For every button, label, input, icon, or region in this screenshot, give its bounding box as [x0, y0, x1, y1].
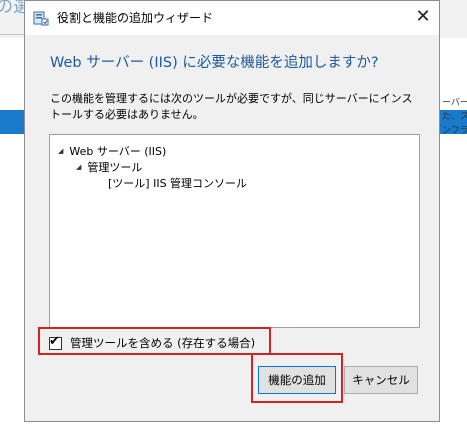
dialog-description: この機能を管理するには次のツールが必要ですが、同じサーバーにインストールする必要…: [50, 92, 413, 121]
include-tools-checkbox[interactable]: ✔: [49, 333, 62, 350]
background-right-text: ーバー た、スク ンフラ: [442, 96, 467, 138]
dialog-heading: Web サーバー (IIS) に必要な機能を追加しますか?: [50, 55, 379, 71]
tree-item-label: 管理ツール: [87, 161, 143, 174]
background-selected-item: [0, 110, 24, 134]
expand-triangle-icon[interactable]: ◢: [76, 163, 81, 171]
tree-item-label: Web サーバー (IIS): [69, 145, 167, 158]
background-divider: [0, 34, 24, 35]
include-tools-option[interactable]: ✔ 管理ツールを含める (存在する場合): [49, 333, 255, 351]
tree-item-label: [ツール] IIS 管理コンソール: [108, 177, 248, 190]
tree-item-web-server[interactable]: ◢ Web サーバー (IIS): [58, 143, 166, 159]
close-icon[interactable]: ✕: [411, 6, 435, 30]
add-roles-features-wizard-dialog: 役割と機能の追加ウィザード ✕ Web サーバー (IIS) に必要な機能を追加…: [24, 0, 440, 422]
add-features-button[interactable]: 機能の追加: [258, 366, 336, 394]
features-tree[interactable]: ◢ Web サーバー (IIS) ◢ 管理ツール [ツール] IIS 管理コンソ…: [49, 134, 420, 328]
tree-item-management-tools[interactable]: ◢ 管理ツール: [76, 159, 142, 175]
dialog-body: Web サーバー (IIS) に必要な機能を追加しますか? この機能を管理するに…: [25, 35, 439, 421]
tree-item-iis-console[interactable]: [ツール] IIS 管理コンソール: [108, 175, 247, 191]
background-right-line-3: ンフラ: [442, 126, 467, 136]
server-wizard-icon: [33, 11, 49, 26]
expand-triangle-icon[interactable]: ◢: [58, 147, 63, 155]
background-right-line-2: た、スク: [442, 112, 467, 122]
cancel-button[interactable]: キャンセル: [344, 366, 418, 394]
checkmark-icon: ✔: [49, 333, 60, 349]
background-right-line-1: ーバー: [442, 98, 467, 108]
dialog-title: 役割と機能の追加ウィザード: [57, 11, 214, 25]
include-tools-label[interactable]: 管理ツールを含める (存在する場合): [70, 335, 255, 351]
dialog-titlebar[interactable]: 役割と機能の追加ウィザード ✕: [25, 1, 439, 35]
